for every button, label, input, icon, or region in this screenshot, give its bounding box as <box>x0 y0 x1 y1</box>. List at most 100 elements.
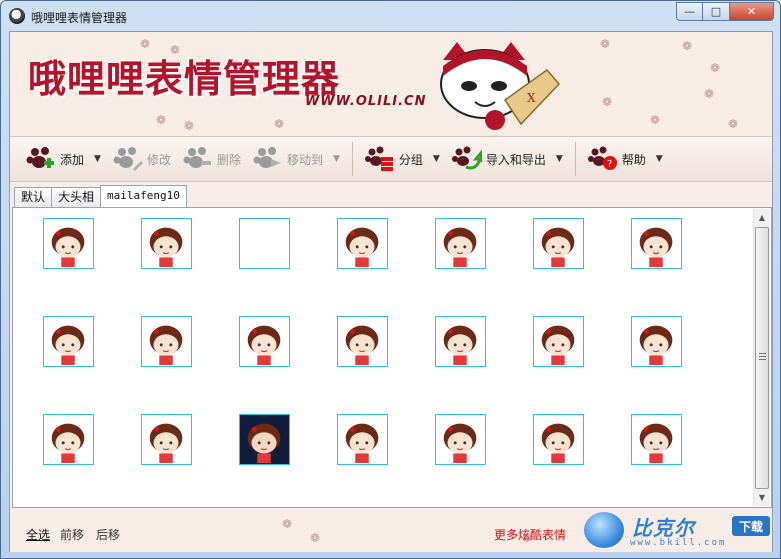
emoji-cell[interactable] <box>435 316 486 367</box>
paw-group-icon <box>364 146 393 171</box>
move-to-label: 移动到 <box>286 152 323 167</box>
footer: ❁ ❁ ❁ 全选 前移 后移 更多炫酷表情 比克尔 下载 www.bkill.c… <box>10 510 772 552</box>
tab-mailafeng10[interactable]: mailafeng10 <box>100 185 187 207</box>
girl-face-icon <box>639 227 673 268</box>
girl-face-icon <box>247 325 281 366</box>
emoji-slot-empty[interactable] <box>239 218 290 269</box>
girl-face-icon <box>149 227 183 268</box>
banner-url: WWW.OLILI.CN <box>305 94 427 109</box>
girl-face-icon <box>541 227 575 268</box>
vertical-scrollbar[interactable]: ▲ ▼ <box>753 209 770 506</box>
watermark-url: www.bkill.com <box>630 538 727 548</box>
banner-title: 哦哩哩表情管理器 <box>28 56 341 101</box>
girl-face-icon <box>247 423 281 464</box>
svg-text:?: ? <box>607 159 612 170</box>
tab-big-head[interactable]: 大头相 <box>51 187 102 207</box>
girl-face-icon <box>149 423 183 464</box>
emoji-cell[interactable] <box>43 316 94 367</box>
import-export-button[interactable]: 导入和导出 ▼ <box>446 139 569 179</box>
toolbar-divider <box>574 142 576 176</box>
emoji-cell[interactable] <box>239 316 290 367</box>
emoji-cell[interactable] <box>337 218 388 269</box>
girl-face-icon <box>443 227 477 268</box>
select-all-link[interactable]: 全选 <box>26 526 50 543</box>
emoji-cell[interactable] <box>533 316 584 367</box>
delete-button[interactable]: 删除 <box>177 139 247 179</box>
girl-face-icon <box>51 325 85 366</box>
emoji-cell[interactable] <box>631 218 682 269</box>
emoji-cell[interactable] <box>239 414 290 465</box>
emoji-cell[interactable] <box>43 218 94 269</box>
delete-label: 删除 <box>216 152 241 167</box>
paw-move-icon <box>253 147 281 168</box>
more-emoji-link[interactable]: 更多炫酷表情 <box>494 526 566 543</box>
emoji-cell[interactable] <box>337 414 388 465</box>
edit-button[interactable]: 修改 <box>107 139 177 179</box>
help-button[interactable]: ? 帮助 ▼ <box>582 139 669 179</box>
dropdown-arrow-icon[interactable]: ▼ <box>94 154 101 164</box>
group-button[interactable]: 分组 ▼ <box>359 139 446 179</box>
scroll-up-icon[interactable]: ▲ <box>754 209 770 226</box>
paw-help-icon: ? <box>587 146 617 170</box>
paw-icon: ❁ <box>600 37 611 51</box>
emoji-cell[interactable] <box>141 414 192 465</box>
edit-label: 修改 <box>146 152 171 167</box>
scroll-thumb[interactable] <box>755 227 769 489</box>
paw-icon: ❁ <box>704 87 715 101</box>
svg-text:X: X <box>527 91 536 105</box>
minimize-button[interactable]: — <box>676 2 703 21</box>
paw-icon: ❁ <box>310 531 321 545</box>
tab-default[interactable]: 默认 <box>14 187 53 207</box>
paw-icon: ❁ <box>728 117 739 131</box>
paw-icon: ❁ <box>602 95 613 109</box>
girl-face-icon <box>639 325 673 366</box>
banner: ❁ ❁ ❁ ❁ ❁ ❁ ❁ ❁ ❁ ❁ ❁ ❁ 哦哩哩表情管理器 WWW.OLI… <box>10 32 772 136</box>
close-button[interactable]: ✕ <box>730 2 774 21</box>
paw-icon: ❁ <box>184 119 195 133</box>
app-window: 哦哩哩表情管理器 — □ ✕ ❁ ❁ ❁ ❁ ❁ ❁ ❁ ❁ ❁ ❁ ❁ ❁ 哦… <box>0 0 781 559</box>
emoji-cell[interactable] <box>631 414 682 465</box>
girl-face-icon <box>443 325 477 366</box>
paw-icon: ❁ <box>682 39 693 53</box>
girl-face-icon <box>345 227 379 268</box>
girl-face-icon <box>149 325 183 366</box>
emoji-cell[interactable] <box>533 414 584 465</box>
emoji-grid-panel: ▲ ▼ <box>12 207 772 508</box>
girl-face-icon <box>639 423 673 464</box>
dropdown-arrow-icon[interactable]: ▼ <box>556 154 563 164</box>
scroll-down-icon[interactable]: ▼ <box>754 489 770 506</box>
window-controls: — □ ✕ <box>676 2 774 21</box>
dropdown-arrow-icon[interactable]: ▼ <box>656 154 663 164</box>
emoji-cell[interactable] <box>435 218 486 269</box>
move-forward-link[interactable]: 前移 <box>60 526 84 543</box>
emoji-cell[interactable] <box>43 414 94 465</box>
emoji-cell[interactable] <box>141 218 192 269</box>
add-button[interactable]: 添加 ▼ <box>20 139 107 179</box>
move-to-button[interactable]: 移动到 ▼ <box>247 139 346 179</box>
paw-icon: ❁ <box>282 517 293 531</box>
paw-icon: ❁ <box>156 113 167 127</box>
move-back-link[interactable]: 后移 <box>96 526 120 543</box>
import-export-label: 导入和导出 <box>485 152 546 167</box>
group-label: 分组 <box>398 152 423 167</box>
toolbar-divider <box>351 142 353 176</box>
emoji-cell[interactable] <box>337 316 388 367</box>
add-label: 添加 <box>60 152 85 167</box>
title-bar: 哦哩哩表情管理器 — □ ✕ <box>1 1 780 31</box>
paw-delete-icon <box>183 147 211 168</box>
app-icon <box>9 8 25 24</box>
window-title: 哦哩哩表情管理器 <box>31 11 128 25</box>
dropdown-arrow-icon[interactable]: ▼ <box>333 154 340 164</box>
paw-icon: ❁ <box>650 113 661 127</box>
dropdown-arrow-icon[interactable]: ▼ <box>433 154 440 164</box>
emoji-cell[interactable] <box>141 316 192 367</box>
girl-face-icon <box>443 423 477 464</box>
emoji-cell[interactable] <box>533 218 584 269</box>
girl-face-icon <box>51 227 85 268</box>
group-tabs: 默认 大头相 mailafeng10 <box>14 185 187 207</box>
emoji-cell[interactable] <box>631 316 682 367</box>
paw-icon: ❁ <box>274 117 285 131</box>
emoji-cell[interactable] <box>435 414 486 465</box>
globe-logo-icon <box>584 512 624 548</box>
maximize-button[interactable]: □ <box>703 2 730 21</box>
